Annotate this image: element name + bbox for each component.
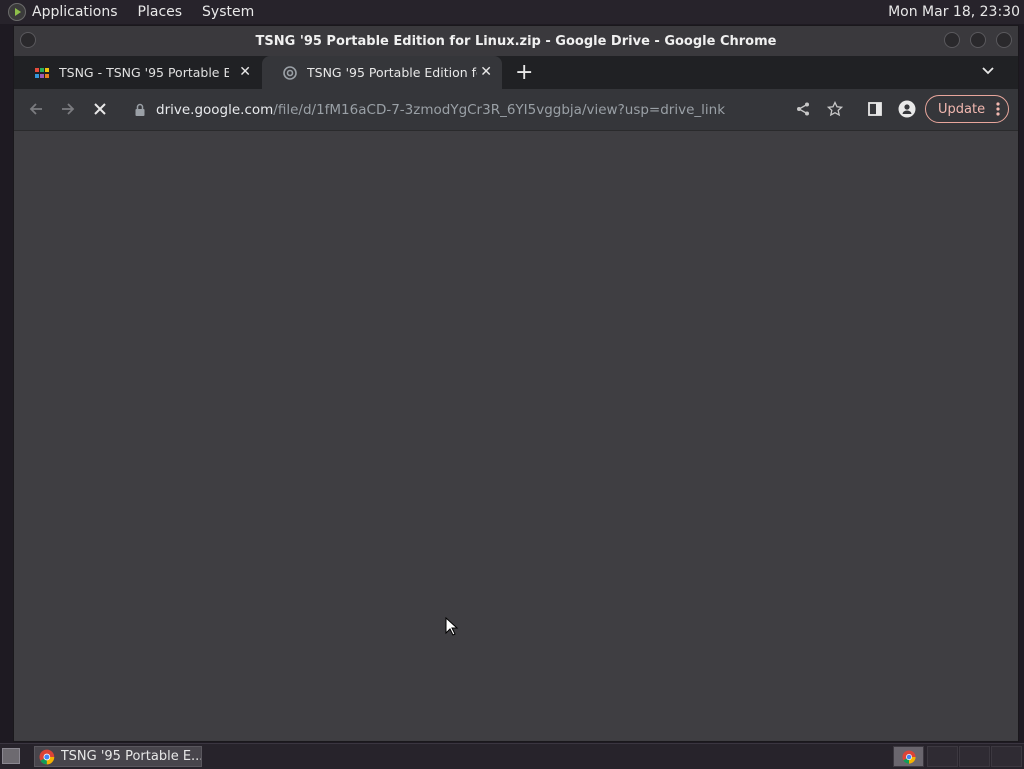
url-path: /file/d/1fM16aCD-7-3zmodYgCr3R_6YI5vggbj… [273,102,726,118]
window-titlebar[interactable]: TSNG '95 Portable Edition for Linux.zip … [14,26,1018,56]
close-tab-icon[interactable]: ✕ [239,64,251,80]
workspace-4[interactable] [991,746,1022,767]
tab-search-chevron-down-icon[interactable] [980,62,996,78]
more-menu-icon[interactable] [996,101,1000,117]
side-panel-icon[interactable] [865,99,885,119]
menu-places[interactable]: Places [138,4,183,20]
window-menu-button[interactable] [20,32,36,48]
tab-tsng[interactable]: TSNG - TSNG '95 Portable Ed ✕ [14,56,261,89]
close-window-button[interactable] [996,32,1012,48]
workspace-3[interactable] [959,746,990,767]
show-desktop-icon[interactable] [2,748,20,764]
url-host: drive.google.com [156,102,274,118]
page-content[interactable] [14,131,1018,741]
tab-strip: TSNG - TSNG '95 Portable Ed ✕ TSNG '95 P… [14,56,1018,89]
distro-logo-icon[interactable] [8,3,26,21]
update-button[interactable]: Update [925,95,1009,123]
mouse-pointer-icon [445,617,459,636]
back-arrow-icon[interactable] [26,99,46,119]
browser-window: TSNG '95 Portable Edition for Linux.zip … [13,25,1019,742]
workspace-1[interactable] [893,746,924,767]
taskbar-window-title: TSNG '95 Portable E... [60,749,201,764]
top-panel: Applications Places System Mon Mar 18, 2… [0,0,1024,24]
chrome-icon [39,749,55,764]
new-tab-plus-icon[interactable]: + [515,60,533,85]
profile-avatar-icon[interactable] [897,99,917,119]
bottom-taskbar: TSNG '95 Portable E... [0,743,1024,769]
app-favicon-icon [35,67,49,78]
workspace-2[interactable] [927,746,958,767]
menu-applications[interactable]: Applications [32,4,118,20]
close-tab-icon[interactable]: ✕ [480,64,492,80]
bookmark-star-icon[interactable] [825,99,845,119]
tab-google-drive[interactable]: TSNG '95 Portable Edition for ✕ [262,56,502,89]
taskbar-window-button[interactable]: TSNG '95 Portable E... [34,746,202,767]
maximize-button[interactable] [970,32,986,48]
tab-title: TSNG '95 Portable Edition for [307,65,477,80]
minimize-button[interactable] [944,32,960,48]
tab-title: TSNG - TSNG '95 Portable Ed [59,65,229,80]
update-label: Update [938,101,986,117]
stop-loading-icon[interactable] [90,99,110,119]
address-bar[interactable]: drive.google.com/file/d/1fM16aCD-7-3zmod… [122,94,827,126]
share-icon[interactable] [793,99,813,119]
chrome-icon [902,750,916,764]
menu-system[interactable]: System [202,4,254,20]
lock-icon[interactable] [134,103,146,117]
panel-clock[interactable]: Mon Mar 18, 23:30 [888,4,1020,20]
forward-arrow-icon[interactable] [58,99,78,119]
window-title: TSNG '95 Portable Edition for Linux.zip … [255,33,777,49]
browser-toolbar: drive.google.com/file/d/1fM16aCD-7-3zmod… [14,89,1018,131]
loading-favicon-icon [283,65,297,80]
